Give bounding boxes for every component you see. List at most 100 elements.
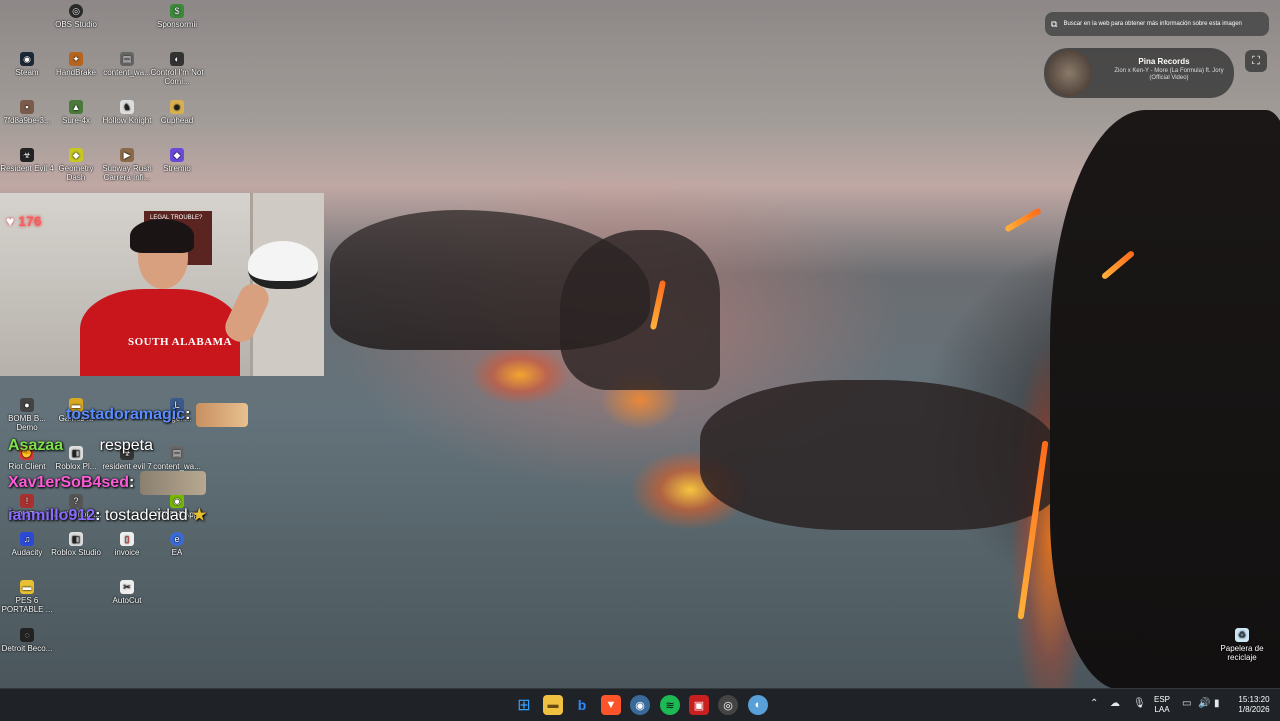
wallpaper-rock bbox=[700, 380, 1060, 530]
sponsor-icon: $ bbox=[170, 4, 184, 18]
webcam-streamer-shirt bbox=[80, 289, 240, 376]
wallpaper-rock bbox=[560, 230, 720, 390]
image-icon: ▪ bbox=[20, 100, 34, 114]
game-icon: ▲ bbox=[69, 100, 83, 114]
obs-icon: ◎ bbox=[723, 699, 733, 712]
detroit-icon: ◌ bbox=[20, 628, 34, 642]
red-app-button[interactable]: ▣ bbox=[689, 695, 709, 715]
tray-display-icon[interactable]: ▭ bbox=[1182, 698, 1191, 709]
knight-icon: ♞ bbox=[120, 100, 134, 114]
desktop-icon-ea[interactable]: e EA bbox=[150, 532, 204, 557]
obs-taskbar-button[interactable]: ◎ bbox=[718, 695, 738, 715]
gif-emote-icon bbox=[140, 471, 207, 495]
chat-username: Xav1erSoB4sed bbox=[8, 474, 129, 492]
desktop-icon-content-wa-2[interactable]: ▤ content_wa... bbox=[150, 446, 204, 471]
clock-date: 1/8/2026 bbox=[1238, 705, 1270, 714]
autocut-icon: ✂ bbox=[120, 580, 134, 594]
tray-chevron-up-icon[interactable]: ⌃ bbox=[1090, 698, 1098, 709]
desktop-icon-obs[interactable]: ◎ OBS Studio bbox=[49, 4, 103, 29]
tray-volume-icon[interactable]: 🔊 bbox=[1198, 698, 1210, 709]
image-search-text: Buscar en la web para obtener más inform… bbox=[1063, 21, 1242, 27]
pdf-icon: ▯ bbox=[120, 532, 134, 546]
file-icon: ▤ bbox=[170, 446, 184, 460]
album-art bbox=[1046, 50, 1092, 96]
chat-message: Asazaa respeta bbox=[8, 437, 153, 455]
desktop-icon-control[interactable]: ◐ Control I'm Not Comi... bbox=[150, 52, 204, 86]
desktop-icon-subway-rush[interactable]: ▶ Subway Rush Carrera Infi... bbox=[100, 148, 154, 182]
wallpaper-lava bbox=[1004, 207, 1042, 233]
pineapple-icon: ✦ bbox=[69, 52, 83, 66]
blue-app-button[interactable]: ◐ bbox=[748, 695, 768, 715]
chat-message-text: tostadeidad bbox=[104, 507, 188, 524]
screen-capture-button[interactable]: ⛶ bbox=[1245, 50, 1267, 72]
desktop-icon-invoice[interactable]: ▯ invoice bbox=[100, 532, 154, 557]
webcam-held-object bbox=[248, 241, 318, 289]
brave-icon: ▼ bbox=[605, 699, 617, 711]
spotify-icon: ≋ bbox=[665, 699, 675, 712]
re4-icon: ☣ bbox=[20, 148, 34, 162]
desktop-icon-image[interactable]: ▪ 7fd8a9be-3... bbox=[0, 100, 54, 125]
desktop-icon-pes6[interactable]: ▬ PES 6 PORTABLE ... bbox=[0, 580, 54, 614]
start-button[interactable]: ⊞ bbox=[514, 695, 534, 715]
brave-button[interactable]: ▼ bbox=[601, 695, 621, 715]
chat-message: Xav1erSoB4sed: bbox=[8, 471, 207, 495]
image-search-icon: ⧉ bbox=[1051, 18, 1058, 29]
desktop-icon-sure-4x[interactable]: ▲ Sure-4x bbox=[49, 100, 103, 125]
cat-emote-icon bbox=[196, 403, 249, 427]
tray-cloud-icon[interactable]: ☁ bbox=[1110, 698, 1120, 709]
desktop-icon-content-wa[interactable]: ▤ content_wa... bbox=[100, 52, 154, 77]
recycle-bin-icon: ♻ bbox=[1235, 628, 1249, 642]
stremio-icon: ◆ bbox=[170, 148, 184, 162]
scan-icon: ⛶ bbox=[1252, 54, 1260, 67]
likes-counter: ♥ 176 bbox=[6, 213, 42, 229]
desktop-icon-steam[interactable]: ◉ Steam bbox=[0, 52, 54, 77]
chat-separator: : bbox=[95, 507, 101, 524]
chat-username: Asazaa bbox=[8, 437, 64, 454]
chat-message-text: respeta bbox=[99, 437, 153, 454]
image-search-bar[interactable]: ⧉ Buscar en la web para obtener más info… bbox=[1045, 12, 1269, 36]
desktop-icon-sponsormii[interactable]: $ Sponsormii bbox=[150, 4, 204, 29]
desktop-icon-hollow-knight[interactable]: ♞ Hollow Knight bbox=[100, 100, 154, 125]
roblox-studio-icon: ◧ bbox=[69, 532, 83, 546]
audacity-icon: ♫ bbox=[20, 532, 34, 546]
desktop-icon-bomb-demo[interactable]: ● BOMB B... Demo bbox=[0, 398, 54, 432]
blue-app-icon: ◐ bbox=[754, 699, 762, 711]
file-explorer-icon: ▬ bbox=[547, 699, 559, 711]
ea-icon: e bbox=[170, 532, 184, 546]
clock-time: 15:13:20 bbox=[1238, 695, 1270, 704]
wallpaper-cliff bbox=[1050, 110, 1280, 688]
tray-microphone-icon[interactable]: 🎙 bbox=[1133, 698, 1146, 709]
subway-icon: ▶ bbox=[120, 148, 134, 162]
desktop-icon-stremio[interactable]: ◆ Stremio bbox=[150, 148, 204, 173]
spotify-button[interactable]: ≋ bbox=[660, 695, 680, 715]
desktop-icon-detroit[interactable]: ◌ Detroit Beco... bbox=[0, 628, 54, 653]
desktop-icon-autocut[interactable]: ✂ AutoCut bbox=[100, 580, 154, 605]
game-icon: ● bbox=[20, 398, 34, 412]
desktop-icon-roblox-studio[interactable]: ◧ Roblox Studio bbox=[49, 532, 103, 557]
bing-button[interactable]: b bbox=[572, 695, 592, 715]
clock[interactable]: 15:13:20 1/8/2026 bbox=[1232, 695, 1276, 715]
chat-message: tostadoramagic: bbox=[66, 403, 249, 427]
desktop-icon-handbrake[interactable]: ✦ HandBrake bbox=[49, 52, 103, 77]
tray-battery-icon[interactable]: ▮ bbox=[1214, 698, 1220, 709]
media-widget[interactable]: Pina Records Zion x Ken-Y - More (La For… bbox=[1044, 48, 1234, 98]
language-indicator[interactable]: ESP LAA bbox=[1152, 695, 1172, 715]
heart-icon: ♥ bbox=[6, 213, 15, 229]
red-app-icon: ▣ bbox=[693, 699, 705, 712]
desktop-icon-resident-evil-4[interactable]: ☣ Resident Evil 4 bbox=[0, 148, 54, 173]
media-title: Pina Records bbox=[1138, 57, 1190, 66]
desktop-icon-cuphead[interactable]: ☻ Cuphead bbox=[150, 100, 204, 125]
steam-taskbar-button[interactable]: ◉ bbox=[630, 695, 650, 715]
chat-username: ianmillo912 bbox=[8, 507, 96, 524]
game-icon: ◐ bbox=[170, 52, 184, 66]
chat-separator: : bbox=[185, 406, 191, 424]
desktop-icon-recycle-bin[interactable]: ♻ Papelera de reciclaje bbox=[1214, 628, 1270, 662]
webcam-shirt-text: SOUTH ALABAMA bbox=[128, 336, 232, 348]
chat-username: tostadoramagic bbox=[66, 406, 186, 424]
keyboard-layout: LAA bbox=[1154, 705, 1170, 714]
file-explorer-button[interactable]: ▬ bbox=[543, 695, 563, 715]
file-icon: ▤ bbox=[120, 52, 134, 66]
desktop-icon-geometry-dash[interactable]: ◆ Geometry Dash bbox=[49, 148, 103, 182]
desktop-icon-audacity[interactable]: ♫ Audacity bbox=[0, 532, 54, 557]
language-code: ESP bbox=[1153, 695, 1170, 704]
